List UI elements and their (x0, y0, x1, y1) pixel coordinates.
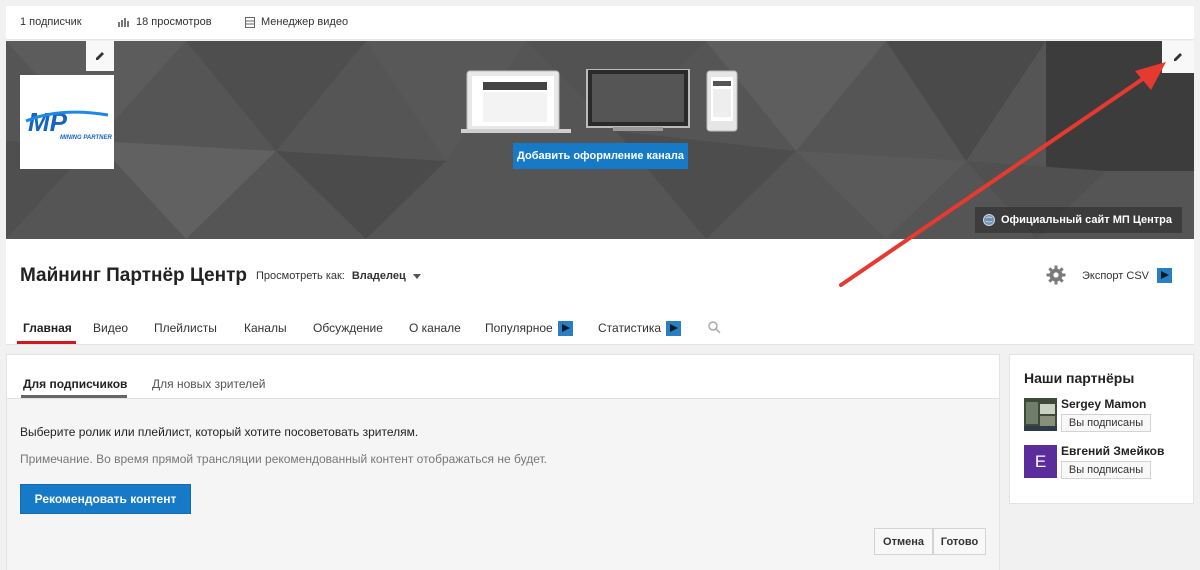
pencil-icon (1174, 53, 1182, 61)
official-site-label: Официальный сайт МП Центра (1000, 214, 1172, 226)
channel-nav: Главная Видео Плейлисты Каналы Обсуждени… (6, 319, 1194, 345)
channel-banner: MP MINING PARTNER Добавить оформление ка… (6, 41, 1194, 239)
cancel-label: Отмена (883, 535, 924, 548)
play-badge-icon (666, 321, 682, 337)
tab-popular[interactable]: Популярное (485, 321, 574, 337)
tab-about[interactable]: О канале (409, 321, 461, 335)
tab-videos[interactable]: Видео (93, 321, 128, 335)
official-site-link[interactable]: Официальный сайт МП Центра (974, 207, 1182, 233)
channel-stats-bar: 1 подписчик 18 просмотров Менеджер видео (6, 6, 1194, 40)
video-manager-icon (245, 16, 255, 28)
live-note-text: Примечание. Во время прямой трансляции р… (20, 452, 547, 466)
active-tab-indicator (17, 341, 76, 344)
subscribed-button[interactable]: Вы подписаны (1061, 414, 1151, 432)
tab-for-new-viewers[interactable]: Для новых зрителей (152, 377, 266, 391)
tab-discussion[interactable]: Обсуждение (313, 321, 383, 335)
gear-icon[interactable] (1046, 265, 1066, 285)
view-count: 18 просмотров (118, 16, 212, 28)
add-channel-art-label: Добавить оформление канала (517, 150, 684, 162)
tab-playlists[interactable]: Плейлисты (154, 321, 217, 335)
recommend-content-button[interactable]: Рекомендовать контент (20, 484, 191, 514)
mining-partner-logo: MP MINING PARTNER (25, 107, 112, 141)
tab-channels[interactable]: Каналы (244, 321, 287, 335)
recommend-section: Выберите ролик или плейлист, который хот… (7, 398, 999, 570)
featured-content-panel: Для подписчиков Для новых зрителей Выбер… (6, 354, 1000, 570)
done-button[interactable]: Готово (933, 528, 986, 555)
edit-logo-button[interactable] (86, 41, 114, 71)
subscribed-label: Вы подписаны (1068, 464, 1144, 476)
partner-name[interactable]: Sergey Mamon (1061, 397, 1146, 411)
tab-popular-label: Популярное (485, 321, 553, 335)
export-csv-button[interactable]: Экспорт CSV (1082, 268, 1173, 283)
partners-title: Наши партнёры (1024, 370, 1135, 386)
partners-sidebar: Наши партнёры Sergey Mamon Вы подписаны … (1009, 354, 1194, 504)
avatar-initial: E (1034, 451, 1047, 471)
channel-header: Майнинг Партнёр Центр Просмотреть как: В… (6, 239, 1194, 345)
search-icon[interactable] (708, 321, 721, 334)
play-badge-icon (558, 321, 574, 337)
partner-item: E Евгений Змейков Вы подписаны (1024, 444, 1189, 479)
tab-home[interactable]: Главная (23, 321, 72, 335)
tab-statistics[interactable]: Статистика (598, 321, 682, 337)
view-as-value: Владелец (351, 270, 406, 282)
channel-logo[interactable]: MP MINING PARTNER (20, 75, 114, 169)
done-label: Готово (940, 535, 979, 548)
video-manager-link[interactable]: Менеджер видео (245, 16, 348, 28)
view-as-label: Просмотреть как: (256, 270, 345, 282)
subscriber-count-text: 1 подписчик (20, 16, 82, 28)
globe-icon (982, 214, 995, 226)
device-preview-illustration (461, 69, 738, 133)
play-badge-icon (1157, 268, 1173, 283)
avatar[interactable] (1024, 398, 1057, 431)
partner-name[interactable]: Евгений Змейков (1061, 444, 1164, 458)
partner-item: Sergey Mamon Вы подписаны (1024, 397, 1189, 432)
export-csv-label: Экспорт CSV (1082, 269, 1150, 282)
edit-banner-button[interactable] (1162, 41, 1194, 73)
subscriber-count: 1 подписчик (20, 16, 82, 28)
bar-chart-icon (118, 18, 129, 27)
chevron-down-icon (412, 273, 421, 279)
svg-text:MINING PARTNER: MINING PARTNER (60, 135, 112, 141)
cancel-button[interactable]: Отмена (874, 528, 933, 555)
tab-for-subscribers[interactable]: Для подписчиков (23, 377, 127, 391)
instruction-text: Выберите ролик или плейлист, который хот… (20, 425, 419, 439)
pencil-icon (96, 52, 104, 60)
video-manager-label: Менеджер видео (261, 16, 349, 28)
view-as-selector[interactable]: Просмотреть как: Владелец (256, 270, 421, 282)
subscribed-label: Вы подписаны (1068, 417, 1144, 429)
recommend-content-label: Рекомендовать контент (34, 492, 177, 506)
view-count-text: 18 просмотров (136, 16, 212, 28)
avatar[interactable]: E (1024, 445, 1057, 478)
channel-title: Майнинг Партнёр Центр (20, 265, 248, 286)
subscribed-button[interactable]: Вы подписаны (1061, 461, 1151, 479)
add-channel-art-button[interactable]: Добавить оформление канала (513, 143, 688, 169)
tab-statistics-label: Статистика (598, 321, 662, 335)
